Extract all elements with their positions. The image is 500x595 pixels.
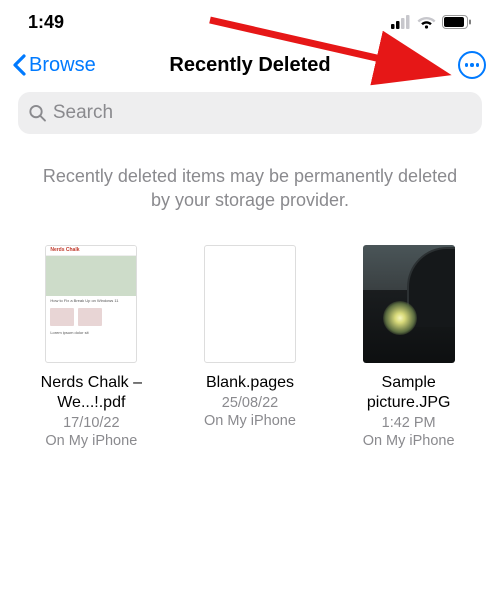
file-thumbnail <box>204 245 296 363</box>
more-options-button[interactable] <box>458 51 486 79</box>
page-title: Recently Deleted <box>169 54 330 77</box>
file-thumbnail: Nerds Chalk How to Fix a Break Up on Win… <box>45 245 137 363</box>
file-location: On My iPhone <box>204 413 296 429</box>
search-bar[interactable] <box>18 92 482 134</box>
wifi-icon <box>417 15 436 29</box>
file-name: Sample picture.JPG <box>344 373 474 413</box>
file-location: On My iPhone <box>45 433 137 449</box>
file-item[interactable]: Nerds Chalk How to Fix a Break Up on Win… <box>26 245 156 449</box>
ellipsis-icon <box>465 63 480 67</box>
file-thumbnail <box>363 245 455 363</box>
file-date: 25/08/22 <box>222 395 278 411</box>
battery-icon <box>442 15 472 29</box>
chevron-left-icon <box>12 54 27 76</box>
info-message: Recently deleted items may be permanentl… <box>0 148 500 237</box>
status-icons <box>391 15 472 29</box>
search-input[interactable] <box>53 102 472 124</box>
status-bar: 1:49 <box>0 0 500 42</box>
file-item[interactable]: Blank.pages 25/08/22 On My iPhone <box>185 245 315 449</box>
file-location: On My iPhone <box>363 433 455 449</box>
back-button[interactable]: Browse <box>12 54 96 77</box>
search-icon <box>28 103 47 123</box>
navigation-bar: Browse Recently Deleted <box>0 42 500 90</box>
file-item[interactable]: Sample picture.JPG 1:42 PM On My iPhone <box>344 245 474 449</box>
file-grid: Nerds Chalk How to Fix a Break Up on Win… <box>0 237 500 449</box>
back-label: Browse <box>29 54 96 77</box>
status-time: 1:49 <box>28 12 64 33</box>
file-name: Nerds Chalk – We...!.pdf <box>26 373 156 413</box>
cellular-icon <box>391 15 411 29</box>
file-name: Blank.pages <box>206 373 294 393</box>
file-date: 17/10/22 <box>63 415 119 431</box>
file-date: 1:42 PM <box>382 415 436 431</box>
